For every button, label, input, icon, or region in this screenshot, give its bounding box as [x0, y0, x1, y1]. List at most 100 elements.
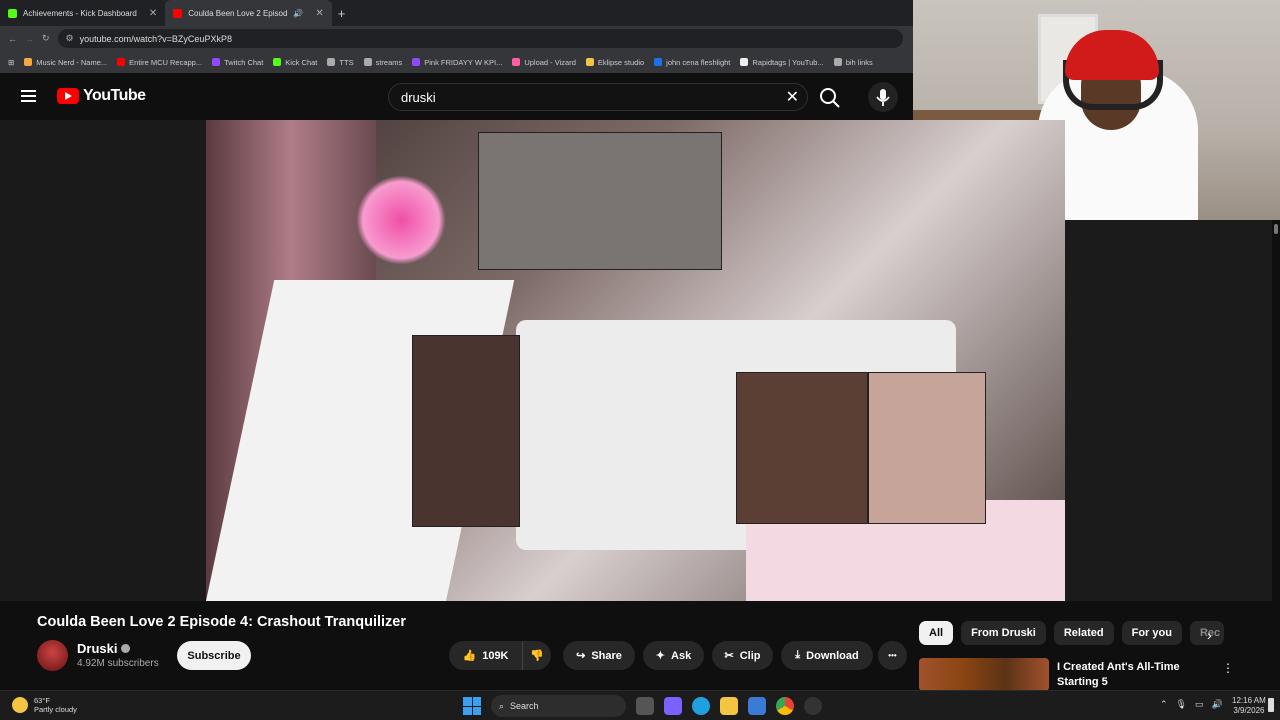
- subscribe-button[interactable]: Subscribe: [177, 641, 251, 670]
- thumbs-up-icon: 👍: [462, 650, 477, 662]
- channel-name[interactable]: Druski: [77, 641, 131, 656]
- bookmark-favicon-icon: [654, 58, 663, 66]
- share-button[interactable]: ↪ Share: [563, 641, 635, 670]
- chip-for-you[interactable]: For you: [1121, 621, 1182, 645]
- scrollbar-thumb[interactable]: [1274, 224, 1278, 234]
- more-vert-icon[interactable]: ⋮: [1222, 661, 1234, 675]
- network-icon[interactable]: ▭: [1195, 699, 1204, 710]
- bookmark-item[interactable]: Eklipse studio: [585, 58, 644, 67]
- forward-icon[interactable]: →: [25, 34, 34, 44]
- recommended-video-thumbnail[interactable]: [919, 658, 1049, 691]
- verified-icon: [121, 644, 131, 653]
- chevron-up-icon[interactable]: ⌃: [1160, 699, 1168, 710]
- share-icon: ↪: [576, 650, 586, 662]
- search-input[interactable]: druski ✕: [388, 83, 808, 111]
- video-letterbox-right: [1065, 220, 1280, 601]
- search-input-value: druski: [401, 89, 436, 105]
- mic-tray-icon[interactable]: 🎙: [1176, 699, 1187, 710]
- file-explorer-icon[interactable]: [720, 697, 738, 715]
- inset-selfie-woman: [868, 372, 986, 524]
- tab-close-icon[interactable]: ✕: [315, 8, 323, 19]
- inset-photo-top: [478, 132, 722, 270]
- system-tray: ⌃ 🎙 ▭ 🔊: [1160, 699, 1223, 710]
- youtube-favicon-icon: [173, 8, 183, 18]
- bookmark-item[interactable]: bih links: [833, 58, 873, 67]
- bookmark-item[interactable]: john cena fleshlight: [654, 58, 730, 67]
- microphone-icon[interactable]: [868, 82, 898, 112]
- bookmark-favicon-icon: [740, 58, 749, 66]
- chip-all[interactable]: All: [919, 621, 954, 645]
- inset-snapshot-left: [412, 335, 520, 527]
- download-icon: ⤓: [795, 649, 801, 661]
- tab-label: Coulda Been Love 2 Episod: [188, 8, 288, 18]
- video-player[interactable]: [206, 120, 1065, 601]
- task-view-icon[interactable]: [636, 697, 654, 715]
- audio-playing-icon[interactable]: 🔊: [293, 9, 303, 18]
- clip-button[interactable]: ✂ Clip: [712, 641, 773, 670]
- recommended-video-title[interactable]: I Created Ant's All-Time Starting 5: [1057, 660, 1222, 690]
- new-tab-icon[interactable]: +: [338, 6, 346, 21]
- youtube-play-icon: [57, 88, 79, 104]
- taskbar-search[interactable]: ⌕ Search: [491, 695, 626, 717]
- clear-search-icon[interactable]: ✕: [786, 87, 799, 107]
- notification-icon[interactable]: [1268, 698, 1274, 712]
- bookmark-item[interactable]: Entire MCU Recapp...: [117, 58, 202, 67]
- tab-close-icon[interactable]: ✕: [149, 8, 157, 19]
- bookmark-favicon-icon: [585, 58, 594, 66]
- youtube-logo[interactable]: YouTube: [57, 87, 146, 105]
- download-button[interactable]: ⤓ Download: [781, 641, 873, 670]
- scissors-icon: ✂: [724, 650, 734, 662]
- bookmark-item[interactable]: Pink FRIDAYY W KPI...: [412, 58, 502, 67]
- chrome-icon[interactable]: [776, 697, 794, 715]
- bookmark-favicon-icon: [117, 58, 126, 66]
- bookmark-item[interactable]: Music Nerd - Name...: [24, 58, 107, 67]
- video-title: Coulda Been Love 2 Episode 4: Crashout T…: [37, 614, 407, 630]
- bookmark-favicon-icon: [24, 58, 33, 66]
- system-clock[interactable]: 12:16 AM 3/9/2026: [1232, 696, 1266, 716]
- chevron-right-icon[interactable]: ›: [1207, 627, 1212, 643]
- weather-widget[interactable]: 63°F Partly cloudy: [12, 696, 77, 714]
- volume-icon[interactable]: 🔊: [1212, 699, 1223, 710]
- channel-avatar[interactable]: [37, 640, 68, 671]
- video-letterbox-left: [0, 120, 206, 601]
- tab-label: Achievements - Kick Dashboard: [23, 8, 137, 18]
- tab-youtube-video[interactable]: Coulda Been Love 2 Episod 🔊 ✕: [165, 0, 332, 26]
- bookmarks-bar: ⊞ Music Nerd - Name... Entire MCU Recapp…: [0, 51, 913, 73]
- bookmark-favicon-icon: [212, 58, 221, 66]
- browser-tab-bar: Achievements - Kick Dashboard ✕ Coulda B…: [0, 0, 913, 26]
- subscriber-count: 4.92M subscribers: [77, 658, 159, 669]
- bookmark-favicon-icon: [273, 58, 282, 66]
- url-field[interactable]: ⚙ youtube.com/watch?v=BZyCeuPXkP8: [57, 29, 903, 48]
- bookmark-item[interactable]: Kick Chat: [273, 58, 317, 67]
- bookmark-favicon-icon: [363, 58, 372, 66]
- bookmark-favicon-icon: [412, 58, 421, 66]
- partly-cloudy-icon: [12, 697, 28, 713]
- recommendation-chips: All From Druski Related For you Rec: [919, 621, 1224, 645]
- back-icon[interactable]: ←: [8, 34, 17, 44]
- apps-grid-icon[interactable]: ⊞: [8, 58, 14, 67]
- bookmark-item[interactable]: Rapidtags | YouTub...: [740, 58, 824, 67]
- bookmark-item[interactable]: Twitch Chat: [212, 58, 263, 67]
- bookmark-item[interactable]: Upload - Vizard: [512, 58, 576, 67]
- pink-feather-lamp: [356, 175, 446, 265]
- obs-icon[interactable]: [804, 697, 822, 715]
- edge-icon[interactable]: [692, 697, 710, 715]
- bookmark-item[interactable]: TTS: [327, 58, 354, 67]
- menu-icon[interactable]: [21, 90, 36, 102]
- bookmark-favicon-icon: [327, 58, 336, 66]
- bookmark-item[interactable]: streams: [363, 58, 402, 67]
- tab-kick-dashboard[interactable]: Achievements - Kick Dashboard ✕: [0, 0, 165, 26]
- store-icon[interactable]: [748, 697, 766, 715]
- site-info-icon[interactable]: ⚙: [66, 33, 74, 44]
- copilot-icon[interactable]: [664, 697, 682, 715]
- ask-button[interactable]: ✦ Ask: [643, 641, 704, 670]
- bookmark-favicon-icon: [512, 58, 521, 66]
- chip-related[interactable]: Related: [1053, 621, 1114, 645]
- like-button[interactable]: 👍 109K: [449, 641, 522, 670]
- chip-from-druski[interactable]: From Druski: [961, 621, 1046, 645]
- dislike-button[interactable]: 👎: [522, 641, 551, 670]
- reload-icon[interactable]: ↻: [42, 33, 50, 44]
- windows-start-icon[interactable]: [463, 697, 481, 715]
- search-icon[interactable]: [815, 84, 845, 112]
- more-actions-button[interactable]: •••: [878, 641, 907, 670]
